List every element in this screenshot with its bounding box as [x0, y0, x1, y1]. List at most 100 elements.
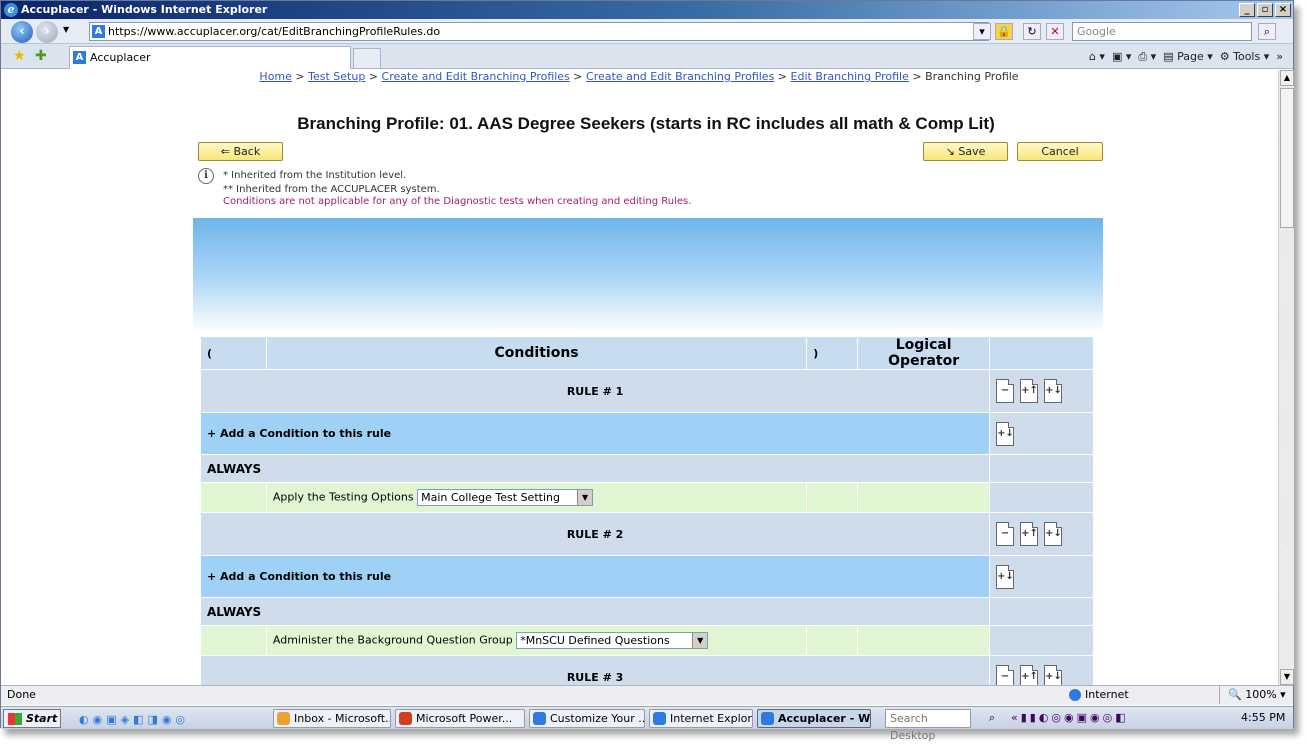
task-inbox[interactable]: Inbox - Microsoft...: [273, 709, 391, 728]
always-row: ALWAYS: [199, 454, 1094, 483]
info-icon: i: [198, 168, 214, 184]
always-label: ALWAYS: [199, 454, 991, 483]
chevron-icon[interactable]: »: [1276, 50, 1283, 63]
add-condition-link[interactable]: + Add a Condition to this rule: [199, 412, 991, 455]
save-button[interactable]: ↘ Save: [923, 142, 1008, 161]
back-nav-icon[interactable]: ‹: [11, 21, 33, 43]
start-button[interactable]: Start: [3, 709, 61, 728]
breadcrumb: Home > Test Setup > Create and Edit Bran…: [1, 70, 1277, 84]
add-condition-actions: +↓: [989, 412, 1094, 455]
add-rule-above-icon[interactable]: +↑: [1020, 665, 1039, 685]
always-actions: [989, 597, 1094, 626]
refresh-icon[interactable]: ↻: [1023, 23, 1041, 40]
scroll-down-icon[interactable]: ▼: [1280, 669, 1294, 685]
dropdown-arrow-icon: ▼: [577, 490, 593, 505]
breadcrumb-create-edit-1[interactable]: Create and Edit Branching Profiles: [382, 70, 570, 83]
tab-accuplacer[interactable]: A Accuplacer: [69, 46, 351, 69]
add-rule-above-icon[interactable]: +↑: [1020, 379, 1039, 403]
url-dropdown-icon[interactable]: ▾: [973, 23, 991, 40]
lock-icon[interactable]: 🔒: [995, 23, 1013, 40]
page-title: Branching Profile: 01. AAS Degree Seeker…: [297, 114, 995, 133]
breadcrumb-sep: >: [908, 70, 926, 83]
cancel-button[interactable]: Cancel: [1017, 142, 1103, 161]
scroll-up-icon[interactable]: ▲: [1280, 70, 1294, 86]
action-cell: Apply the Testing Options Main College T…: [265, 482, 808, 513]
header-logical-operator: Logical Operator: [857, 336, 991, 370]
task-customize[interactable]: Customize Your ...: [529, 709, 645, 728]
breadcrumb-test-setup[interactable]: Test Setup: [308, 70, 365, 83]
breadcrumb-sep: >: [774, 70, 791, 83]
tools-menu[interactable]: ⚙ Tools ▾: [1220, 50, 1270, 63]
search-icon[interactable]: ⌕: [989, 707, 995, 728]
scroll-thumb[interactable]: [1280, 88, 1294, 228]
task-powerpoint[interactable]: Microsoft Power...: [395, 709, 525, 728]
new-tab-button[interactable]: [353, 48, 381, 69]
add-condition-link[interactable]: + Add a Condition to this rule: [199, 555, 991, 598]
search-icon[interactable]: ⌕: [1258, 23, 1276, 40]
delete-rule-icon[interactable]: −: [996, 522, 1015, 546]
delete-rule-icon[interactable]: −: [996, 379, 1015, 403]
forward-nav-icon[interactable]: ›: [36, 21, 58, 43]
action-empty: [989, 482, 1094, 513]
maximize-button[interactable]: ▫: [1257, 3, 1273, 17]
tab-favicon-icon: A: [73, 51, 86, 64]
rule-actions: − +↑ +↓: [989, 655, 1094, 685]
search-placeholder: Google: [1077, 25, 1116, 38]
rule-label: RULE # 1: [199, 369, 991, 413]
back-button-label: Back: [233, 145, 261, 158]
add-condition-icon[interactable]: +↓: [996, 421, 1015, 446]
home-icon[interactable]: ⌂ ▾: [1089, 50, 1105, 63]
site-favicon-icon: A: [92, 25, 105, 38]
vertical-scrollbar[interactable]: ▲ ▼: [1278, 70, 1294, 685]
delete-rule-icon[interactable]: −: [996, 665, 1015, 685]
action-spacer: [200, 625, 267, 656]
task-label: Internet Explore...: [670, 712, 752, 725]
add-rule-below-icon[interactable]: +↓: [1044, 665, 1063, 685]
info-line-1: * Inherited from the Institution level.: [223, 170, 407, 181]
tab-bar: ★ ✚ A Accuplacer ⌂ ▾ ▣ ▾ ⎙ ▾ ▤ Page ▾ ⚙ …: [1, 44, 1293, 69]
page-menu[interactable]: ▤ Page ▾: [1163, 50, 1213, 63]
cancel-button-label: Cancel: [1041, 145, 1079, 158]
history-dropdown-icon[interactable]: ▼: [63, 25, 69, 34]
ie-logo-icon: e: [4, 3, 18, 17]
testing-options-select[interactable]: Main College Test Setting ▼: [417, 489, 594, 506]
quick-launch-icons[interactable]: ◐◉▣◈◧◨◉◎: [79, 709, 189, 730]
close-button[interactable]: ×: [1275, 3, 1291, 17]
add-favorites-icon[interactable]: ✚: [35, 48, 47, 64]
header-open-paren: (: [200, 336, 267, 370]
favorites-star-icon[interactable]: ★: [13, 48, 26, 64]
table-header-row: ( Conditions ) Logical Operator: [200, 336, 1094, 370]
info-line-2: ** Inherited from the ACCUPLACER system.: [223, 184, 440, 195]
task-accuplacer[interactable]: Accuplacer - W...: [757, 709, 871, 728]
minimize-button[interactable]: _: [1239, 3, 1255, 17]
tools-menu-label: Tools: [1233, 50, 1261, 63]
system-tray-icons[interactable]: «▮▮◐◎◉▣◉◎◧: [1011, 707, 1129, 728]
add-condition-icon[interactable]: +↓: [996, 564, 1015, 589]
zoom-control[interactable]: 🔍 100% ▾: [1219, 686, 1286, 704]
action-row: Administer the Background Question Group…: [200, 625, 1094, 656]
add-rule-below-icon[interactable]: +↓: [1044, 522, 1063, 546]
rule-row: RULE # 2 − +↑ +↓: [199, 512, 1094, 556]
zone-label: Internet: [1085, 688, 1129, 701]
add-rule-above-icon[interactable]: +↑: [1020, 522, 1039, 546]
breadcrumb-sep: >: [291, 70, 309, 83]
ie-icon: [761, 712, 774, 725]
desktop-search-input[interactable]: Search Desktop: [885, 709, 971, 742]
add-rule-below-icon[interactable]: +↓: [1044, 379, 1063, 403]
breadcrumb-home[interactable]: Home: [259, 70, 291, 83]
page-menu-label: Page: [1177, 50, 1204, 63]
task-internet-explorer[interactable]: Internet Explore...: [649, 709, 753, 728]
search-input[interactable]: Google: [1072, 22, 1252, 41]
action-cell: Administer the Background Question Group…: [265, 625, 808, 656]
task-label: Customize Your ...: [550, 712, 645, 725]
print-icon[interactable]: ⎙ ▾: [1138, 50, 1156, 63]
feeds-icon[interactable]: ▣ ▾: [1112, 50, 1131, 63]
rule-row: RULE # 1 − +↑ +↓: [199, 369, 1094, 413]
back-button[interactable]: ⇐ Back: [198, 142, 283, 161]
breadcrumb-edit-profile[interactable]: Edit Branching Profile: [791, 70, 909, 83]
url-input[interactable]: A https://www.accuplacer.org/cat/EditBra…: [89, 22, 989, 41]
action-empty: [857, 482, 991, 513]
question-group-select[interactable]: *MnSCU Defined Questions ▼: [516, 632, 709, 649]
stop-icon[interactable]: ✕: [1046, 23, 1064, 40]
breadcrumb-create-edit-2[interactable]: Create and Edit Branching Profiles: [586, 70, 774, 83]
